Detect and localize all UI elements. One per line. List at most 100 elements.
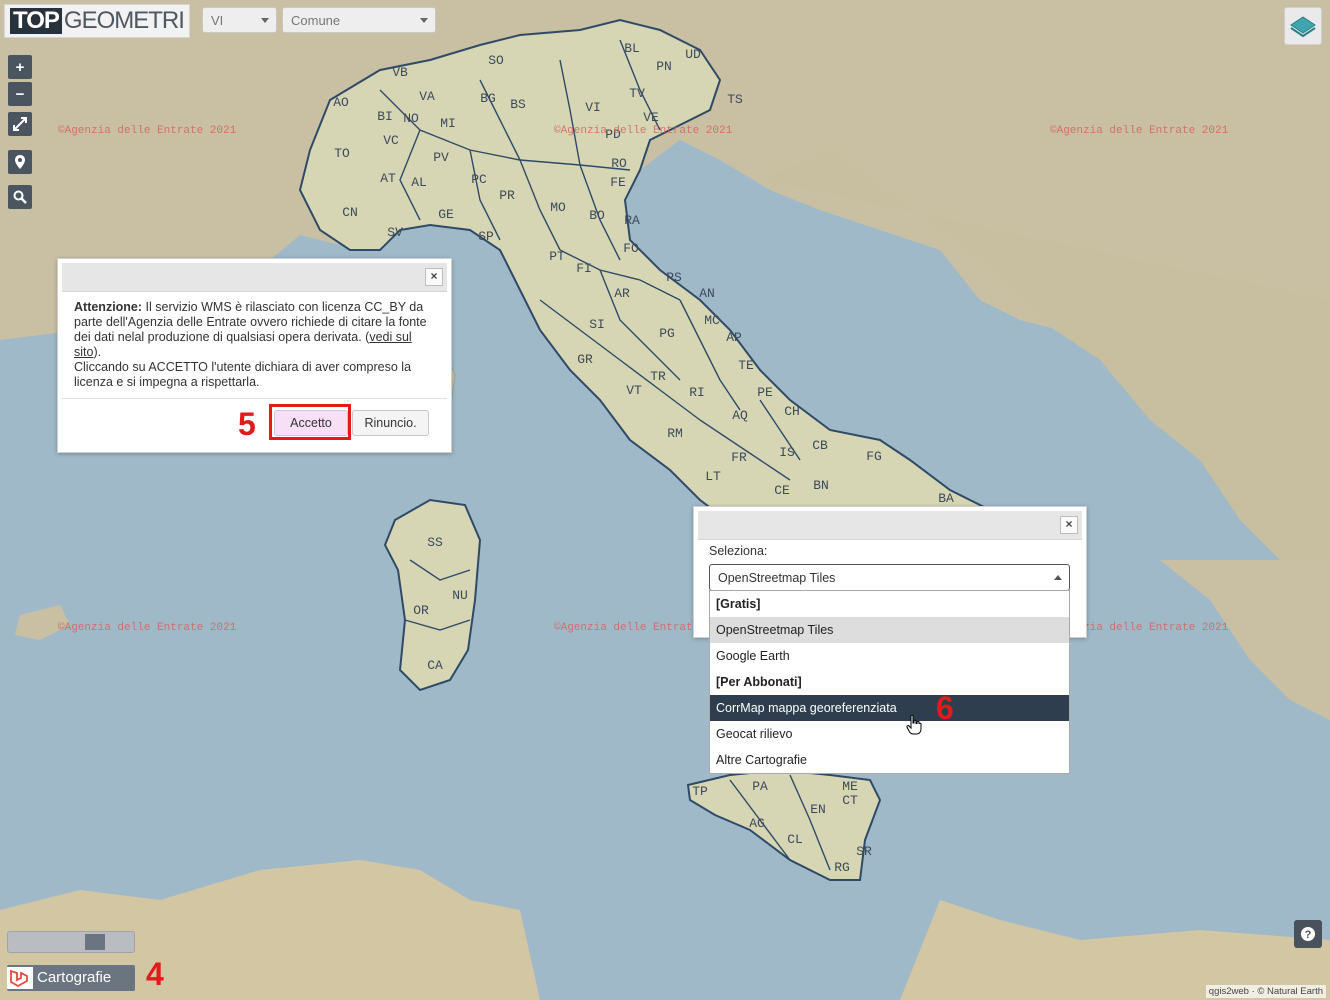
close-button[interactable]: × bbox=[1060, 516, 1078, 534]
province-label-pv: PV bbox=[433, 150, 449, 165]
help-button[interactable]: ? bbox=[1294, 920, 1322, 948]
chevron-down-icon bbox=[420, 18, 428, 23]
slider-handle[interactable] bbox=[85, 934, 105, 950]
province-label-mc: MC bbox=[704, 313, 720, 328]
search-icon bbox=[13, 190, 27, 204]
province-label-nu: NU bbox=[452, 588, 468, 603]
layers-icon bbox=[1290, 16, 1316, 38]
province-label-ar: AR bbox=[614, 286, 630, 301]
province-label-sp: SP bbox=[478, 229, 494, 244]
province-label-ao: AO bbox=[333, 95, 349, 110]
province-label-is: IS bbox=[779, 445, 795, 460]
province-label-fi: FI bbox=[576, 261, 592, 276]
province-label-ri: RI bbox=[689, 385, 705, 400]
province-label-sv: SV bbox=[387, 225, 403, 240]
province-label-to: TO bbox=[334, 146, 350, 161]
map-pin-icon bbox=[15, 155, 25, 169]
province-label-ba: BA bbox=[938, 491, 954, 506]
province-label-pt: PT bbox=[549, 249, 565, 264]
province-label-cn: CN bbox=[342, 205, 358, 220]
option-geocat[interactable]: Geocat rilievo bbox=[710, 721, 1069, 747]
province-label-ss: SS bbox=[427, 535, 443, 550]
province-label-ge: GE bbox=[438, 207, 454, 222]
province-label-bi: BI bbox=[377, 109, 393, 124]
cartografie-button[interactable]: Cartografie bbox=[7, 965, 135, 991]
province-label-aq: AQ bbox=[732, 408, 748, 423]
option-openstreetmap[interactable]: OpenStreetmap Tiles bbox=[710, 617, 1069, 643]
province-label-pc: PC bbox=[471, 172, 487, 187]
expand-icon bbox=[13, 117, 27, 131]
opacity-slider[interactable] bbox=[7, 931, 135, 953]
province-label-va: VA bbox=[419, 89, 435, 104]
option-google-earth[interactable]: Google Earth bbox=[710, 643, 1069, 669]
option-group-subscribers: [Per Abbonati] bbox=[716, 675, 802, 689]
chevron-up-icon bbox=[1054, 575, 1062, 580]
watermark: ©Agenzia delle Entrate 2021 bbox=[58, 125, 237, 137]
basemap-select[interactable]: OpenStreetmap Tiles bbox=[709, 564, 1070, 591]
annotation-highlight-box bbox=[269, 404, 351, 440]
province-label-an: AN bbox=[699, 286, 715, 301]
app-logo[interactable]: TOP GEOMETRI bbox=[4, 4, 190, 38]
province-label-fo: FO bbox=[623, 241, 639, 256]
province-label-fg: FG bbox=[866, 449, 882, 464]
annotation-number-4: 4 bbox=[146, 956, 164, 992]
close-button[interactable]: × bbox=[425, 268, 443, 286]
province-label-tp: TP bbox=[692, 784, 708, 799]
province-label-lt: LT bbox=[705, 469, 721, 484]
divider bbox=[62, 398, 447, 399]
hand-cursor-icon bbox=[906, 714, 922, 735]
province-label-bg: BG bbox=[480, 91, 496, 106]
province-label-no: NO bbox=[403, 111, 419, 126]
layers-button[interactable] bbox=[1284, 7, 1322, 45]
option-altre-cartografie[interactable]: Altre Cartografie bbox=[710, 747, 1069, 773]
province-label-bs: BS bbox=[510, 97, 526, 112]
watermark: ©Agenzia delle Entrate 2021 bbox=[554, 125, 733, 137]
province-label-ud: UD bbox=[685, 47, 701, 62]
province-label-bn: BN bbox=[813, 478, 829, 493]
watermark: ©Agenzia delle Entrate 2021 bbox=[1050, 125, 1229, 137]
province-labels: BLSO PNUDVBVA BG BSTV TSVIAOBI NO MI VEPDVCPVTO… bbox=[333, 41, 954, 875]
province-label-mo: MO bbox=[550, 200, 566, 215]
cartografie-label: Cartografie bbox=[37, 969, 112, 986]
province-select[interactable]: VI bbox=[202, 7, 277, 33]
basemap-select-value: OpenStreetmap Tiles bbox=[718, 571, 836, 585]
reject-button[interactable]: Rinuncio. bbox=[352, 410, 429, 436]
province-label-so: SO bbox=[488, 53, 504, 68]
map-canvas[interactable]: BL SO PN UD VB VA BG BS TV TS VI AO BI NO MI VE PD VC PV TO… bbox=[0, 0, 1330, 1000]
province-label-mi: MI bbox=[440, 116, 456, 131]
province-label-ag: AG bbox=[749, 816, 765, 831]
map-attribution[interactable]: qgis2web · © Natural Earth bbox=[1205, 985, 1326, 998]
province-label-fr: FR bbox=[731, 450, 747, 465]
dialog-titlebar: × bbox=[62, 263, 447, 292]
locate-button[interactable] bbox=[8, 150, 32, 174]
option-corrmap[interactable]: CorrMap mappa georeferenziata bbox=[710, 695, 1069, 721]
logo-geometri: GEOMETRI bbox=[63, 7, 185, 34]
province-label-te: TE bbox=[738, 358, 754, 373]
province-select-value: VI bbox=[211, 13, 224, 28]
laravel-icon bbox=[7, 967, 33, 989]
comune-select[interactable]: Comune bbox=[282, 7, 436, 33]
province-label-cb: CB bbox=[812, 438, 828, 453]
zoom-out-button[interactable]: − bbox=[8, 82, 32, 106]
license-text: Attenzione: Il servizio WMS è rilasciato… bbox=[58, 296, 451, 390]
license-accept-note: Cliccando su ACCETTO l'utente dichiara d… bbox=[74, 360, 412, 389]
logo-top: TOP bbox=[10, 8, 62, 34]
province-label-ca: CA bbox=[427, 658, 443, 673]
fullscreen-button[interactable] bbox=[8, 112, 32, 136]
zoom-in-button[interactable]: + bbox=[8, 55, 32, 79]
province-label-bo: BO bbox=[589, 208, 605, 223]
province-label-me: ME bbox=[842, 779, 858, 794]
province-label-pa: PA bbox=[752, 779, 768, 794]
province-label-ro: RO bbox=[611, 156, 627, 171]
province-label-vb: VB bbox=[392, 65, 408, 80]
province-label-al: AL bbox=[411, 175, 427, 190]
province-label-fe: FE bbox=[610, 175, 626, 190]
province-label-rg: RG bbox=[834, 860, 850, 875]
province-label-pg: PG bbox=[659, 326, 675, 341]
search-button[interactable] bbox=[8, 185, 32, 209]
province-label-ve: VE bbox=[643, 110, 659, 125]
help-icon: ? bbox=[1301, 927, 1315, 941]
basemap-dropdown-list: [Gratis] OpenStreetmap Tiles Google Eart… bbox=[709, 590, 1070, 774]
province-label-bl: BL bbox=[624, 41, 640, 56]
province-label-or: OR bbox=[413, 603, 429, 618]
